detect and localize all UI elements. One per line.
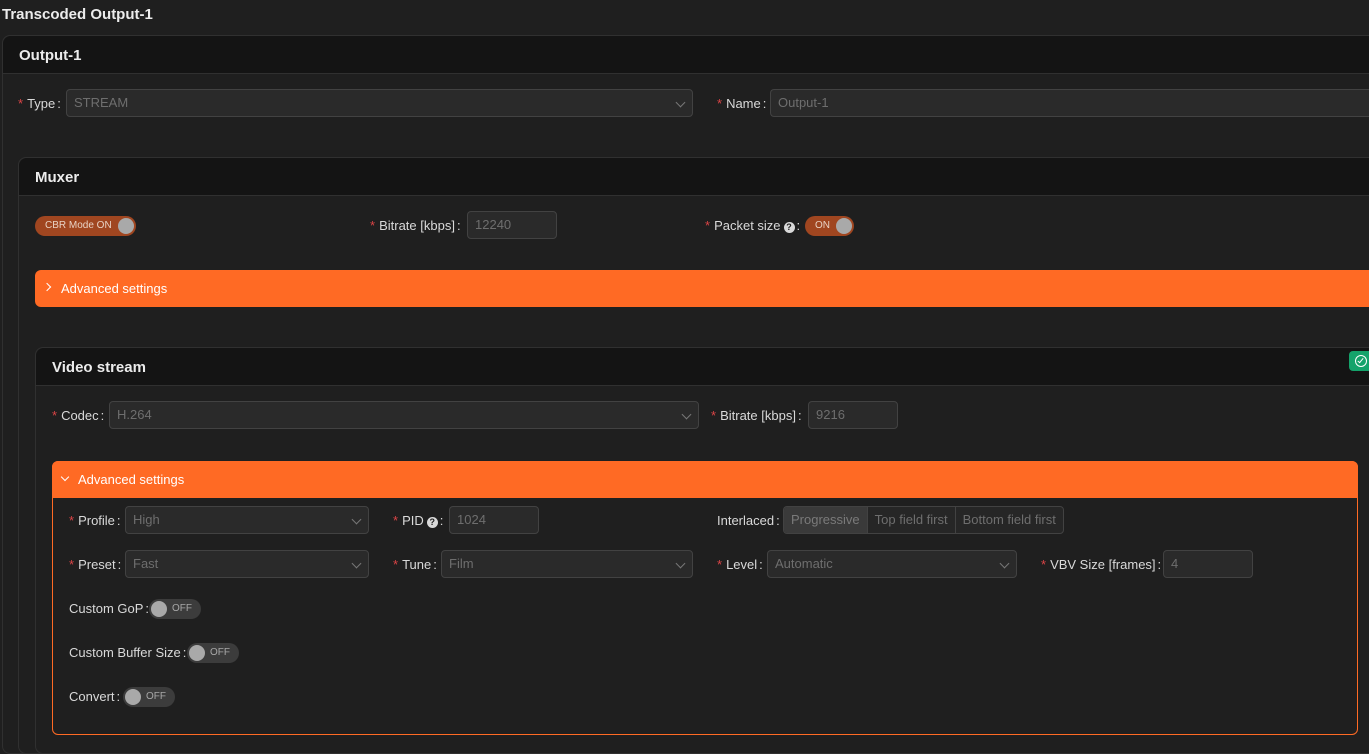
muxer-bitrate-input[interactable]: 12240 [467,211,557,239]
pid-placeholder: 1024 [457,512,486,527]
switch-knob [125,689,141,705]
chevron-right-icon [42,282,52,292]
chevron-down-icon [999,558,1010,569]
convert-switch[interactable]: OFF [123,687,175,707]
type-select[interactable]: STREAM [66,89,693,117]
profile-label: * Profile: [69,513,121,528]
cbr-mode-switch[interactable]: CBR Mode ON [35,216,136,236]
pid-input[interactable]: 1024 [449,506,539,534]
codec-select[interactable]: H.264 [109,401,699,429]
interlaced-label: Interlaced: [717,513,780,528]
name-label: * Name: [717,96,767,111]
pid-label: * PID?: [393,513,444,528]
muxer-card-header: Muxer [19,158,1369,196]
interlaced-option-progressive[interactable]: Progressive [784,507,867,533]
vbv-size-label: * VBV Size [frames]: [1041,557,1162,572]
name-input[interactable]: Output-1 [770,89,1369,117]
chevron-down-icon [675,97,686,108]
level-label: * Level: [717,557,763,572]
chevron-down-icon [675,558,686,569]
video-bitrate-input[interactable]: 9216 [808,401,898,429]
chevron-down-icon [351,514,362,525]
vbv-size-placeholder: 4 [1171,556,1179,571]
packet-size-switch[interactable]: ON [805,216,854,236]
output-card-title: Output-1 [19,47,82,64]
video-advanced-settings-label: Advanced settings [78,472,185,487]
tune-label: * Tune: [393,557,437,572]
output-card-header: Output-1 [3,36,1369,74]
preset-select-value: Fast [133,556,159,571]
chevron-down-icon [351,558,362,569]
muxer-advanced-settings-toggle[interactable]: Advanced settings [35,270,1369,307]
tune-select-value: Film [449,556,474,571]
tune-select[interactable]: Film [441,550,693,578]
codec-label: * Codec: [52,408,105,423]
type-label: * Type: [18,96,61,111]
custom-gop-switch[interactable]: OFF [149,599,201,619]
custom-buffer-size-switch-label: OFF [210,647,230,658]
vbv-size-input[interactable]: 4 [1163,550,1253,578]
chevron-down-icon [60,472,70,482]
custom-gop-switch-label: OFF [172,603,192,614]
level-select-value: Automatic [775,556,833,571]
switch-knob [151,601,167,617]
switch-knob [117,218,134,234]
profile-select[interactable]: High [125,506,369,534]
chevron-down-icon [681,409,692,420]
video-advanced-panel [52,461,1358,735]
preset-label: * Preset: [69,557,122,572]
question-circle-icon[interactable]: ? [426,517,438,528]
muxer-card-title: Muxer [35,169,80,186]
profile-select-value: High [133,512,160,527]
packet-size-switch-label: ON [815,220,830,231]
packet-size-label: * Packet size?: [705,218,801,233]
switch-knob [189,645,205,661]
interlaced-option-bottom-field-first[interactable]: Bottom field first [954,507,1063,533]
codec-select-value: H.264 [117,407,152,422]
switch-knob [836,218,852,234]
video-bitrate-label: * Bitrate [kbps]: [711,408,802,423]
type-select-value: STREAM [74,95,129,110]
question-circle-icon[interactable]: ? [783,222,795,233]
status-badge [1349,351,1369,371]
interlaced-option-top-field-first[interactable]: Top field first [866,507,955,533]
muxer-advanced-settings-label: Advanced settings [61,281,168,296]
video-stream-card-title: Video stream [52,359,146,376]
custom-buffer-size-label: Custom Buffer Size: [69,645,187,660]
cbr-mode-switch-label: CBR Mode ON [45,220,112,231]
page-title: Transcoded Output-1 [2,6,153,23]
interlaced-segmented-control[interactable]: Progressive Top field first Bottom field… [783,506,1064,534]
muxer-bitrate-placeholder: 12240 [475,217,512,232]
name-input-placeholder: Output-1 [778,95,829,110]
convert-label: Convert: [69,689,121,704]
convert-switch-label: OFF [146,691,166,702]
video-advanced-settings-toggle[interactable]: Advanced settings [52,461,1358,498]
custom-buffer-size-switch[interactable]: OFF [187,643,239,663]
custom-gop-label: Custom GoP: [69,601,150,616]
video-stream-card-header: Video stream [36,348,1369,386]
video-bitrate-placeholder: 9216 [816,407,845,422]
muxer-bitrate-label: * Bitrate [kbps]: [370,218,461,233]
level-select[interactable]: Automatic [767,550,1017,578]
preset-select[interactable]: Fast [125,550,369,578]
